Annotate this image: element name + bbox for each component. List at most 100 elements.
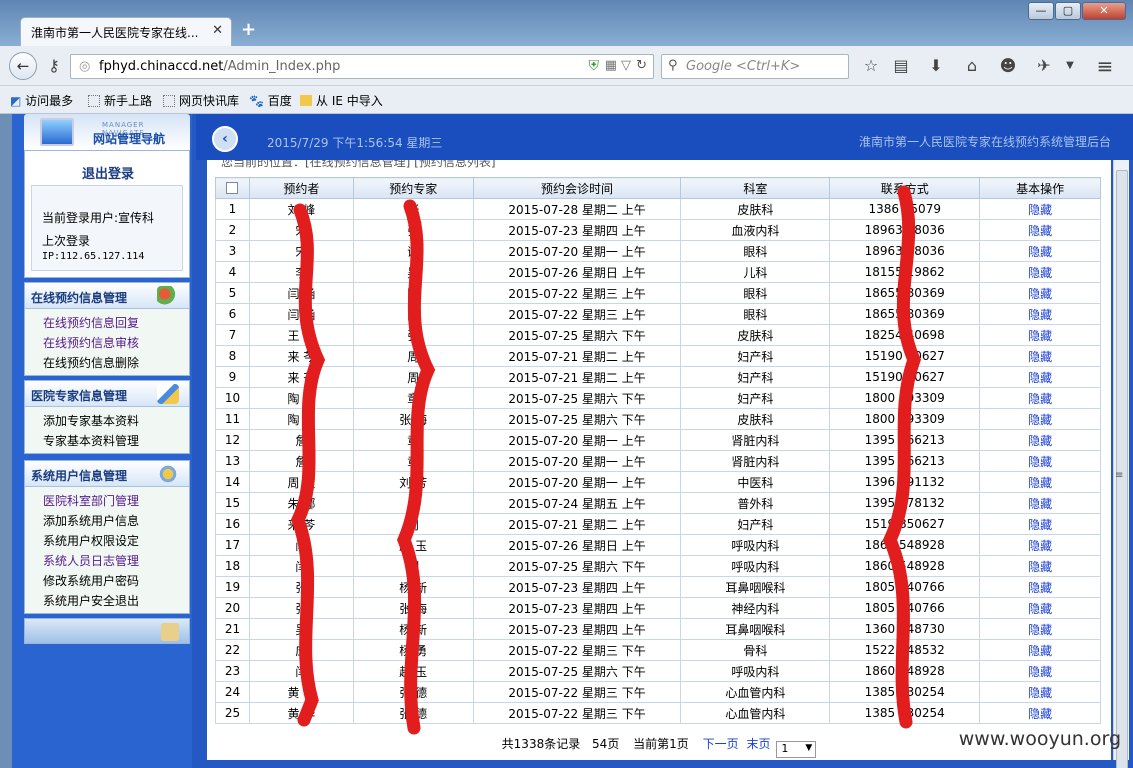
menu-item-add-expert[interactable]: 添加专家基本资料 xyxy=(25,411,189,431)
star-icon[interactable]: ☆ xyxy=(857,53,885,79)
hide-link[interactable]: 隐藏 xyxy=(979,702,1101,724)
table-cell: 呼吸内科 xyxy=(680,534,831,556)
browser-tab[interactable]: 淮南市第一人民医院专家在线... ✕ xyxy=(20,17,232,46)
table-cell: 2015-07-21 星期二 上午 xyxy=(472,513,682,535)
hide-link[interactable]: 隐藏 xyxy=(979,471,1101,493)
table-cell: 2015-07-23 星期四 上午 xyxy=(472,597,682,619)
new-tab-button[interactable]: + xyxy=(241,19,256,40)
tab-close-icon[interactable]: ✕ xyxy=(212,23,223,38)
url-bar[interactable]: ◎ fphyd.chinaccd.net/Admin_Index.php ⛨ ▦… xyxy=(70,54,654,79)
hide-link[interactable]: 隐藏 xyxy=(979,618,1101,640)
hide-link[interactable]: 隐藏 xyxy=(979,681,1101,703)
key-icon[interactable]: ⚷ xyxy=(40,53,68,79)
hide-link[interactable]: 隐藏 xyxy=(979,513,1101,535)
menu-item-safe-exit[interactable]: 系统用户安全退出 xyxy=(25,591,189,611)
hide-link[interactable]: 隐藏 xyxy=(979,429,1101,451)
table-cell: 吴 xyxy=(352,261,474,283)
table-cell: 呼吸内科 xyxy=(680,660,831,682)
hide-link[interactable]: 隐藏 xyxy=(979,282,1101,304)
hide-link[interactable]: 隐藏 xyxy=(979,219,1101,241)
back-button[interactable]: ← xyxy=(9,52,37,80)
menu-item-departments[interactable]: 医院科室部门管理 xyxy=(25,491,189,511)
table-cell: 2015-07-20 星期一 上午 xyxy=(472,429,682,451)
menu-item-permissions[interactable]: 系统用户权限设定 xyxy=(25,531,189,551)
row-number: 18 xyxy=(215,555,250,577)
hide-link[interactable]: 隐藏 xyxy=(979,660,1101,682)
refresh-icon[interactable]: ↻ xyxy=(636,58,647,73)
menu-group-title[interactable]: 医院专家信息管理 xyxy=(25,381,189,407)
table-cell: 2015-07-22 星期三 下午 xyxy=(472,639,682,661)
table-cell: 宋 xyxy=(248,219,354,241)
select-all-checkbox[interactable] xyxy=(226,182,239,194)
row-number: 7 xyxy=(215,324,250,346)
menu-group-title[interactable]: 在线预约信息管理 xyxy=(25,283,189,309)
dropdown-icon[interactable]: ▽ xyxy=(621,58,631,73)
last-page-link[interactable]: 末页 xyxy=(746,737,770,751)
table-cell: 闫 xyxy=(248,660,354,682)
bookmark-web-slice[interactable]: 网页快讯库 xyxy=(163,92,239,109)
table-cell: 2015-07-20 星期一 上午 xyxy=(472,471,682,493)
addon-icon[interactable]: ✈ xyxy=(1030,53,1058,79)
table-cell: 皮肤科 xyxy=(680,198,831,220)
table-row: 2宋 张 2015-07-23 星期四 上午 血液内科 18963 78036 隐藏 xyxy=(215,219,1101,241)
hide-link[interactable]: 隐藏 xyxy=(979,366,1101,388)
reading-list-icon[interactable]: ▤ xyxy=(887,53,915,79)
table-cell: 妇产科 xyxy=(680,366,831,388)
hide-link[interactable]: 隐藏 xyxy=(979,555,1101,577)
table-cell: 闫 xyxy=(248,555,354,577)
hide-link[interactable]: 隐藏 xyxy=(979,408,1101,430)
hide-link[interactable]: 隐藏 xyxy=(979,639,1101,661)
row-number: 19 xyxy=(215,576,250,598)
bookmark-import-ie[interactable]: 从 IE 中导入 xyxy=(300,92,383,109)
table-cell: 周 xyxy=(352,366,474,388)
bookmark-getting-started[interactable]: 新手上路 xyxy=(88,92,152,109)
table-cell: 肾脏内科 xyxy=(680,450,831,472)
hide-link[interactable]: 隐藏 xyxy=(979,345,1101,367)
hide-link[interactable]: 隐藏 xyxy=(979,492,1101,514)
hide-link[interactable]: 隐藏 xyxy=(979,324,1101,346)
collapse-sidebar-button[interactable]: ‹ xyxy=(212,126,238,152)
maximize-button[interactable]: ▢ xyxy=(1055,2,1081,20)
table-row: 17 闫 赵 玉 2015-07-26 星期日 上午 呼吸内科 1860 548928 隐… xyxy=(215,534,1101,556)
bookmark-baidu[interactable]: 🐾 百度 xyxy=(249,92,292,109)
next-page-link[interactable]: 下一页 xyxy=(703,737,739,751)
hide-link[interactable]: 隐藏 xyxy=(979,303,1101,325)
row-number: 13 xyxy=(215,450,250,472)
addon-dropdown-icon[interactable]: ▼ xyxy=(1056,53,1084,79)
menu-icon[interactable]: ≡ xyxy=(1091,53,1119,79)
table-cell: 皮肤科 xyxy=(680,324,831,346)
menu-item-logs[interactable]: 系统人员日志管理 xyxy=(25,551,189,571)
table-cell: 刘 xyxy=(352,555,474,577)
menu-group-title[interactable]: 系统用户信息管理 xyxy=(25,461,189,487)
logout-link[interactable]: 退出登录 xyxy=(25,163,191,182)
qr-icon[interactable]: ▦ xyxy=(605,58,617,73)
menu-item-appointment-review[interactable]: 在线预约信息审核 xyxy=(25,333,189,353)
shield-icon[interactable]: ⛨ xyxy=(589,58,600,74)
menu-item-appointment-reply[interactable]: 在线预约信息回复 xyxy=(25,313,189,333)
hide-link[interactable]: 隐藏 xyxy=(979,387,1101,409)
hide-link[interactable]: 隐藏 xyxy=(979,261,1101,283)
menu-item-change-password[interactable]: 修改系统用户密码 xyxy=(25,571,189,591)
select-all-header[interactable] xyxy=(215,177,250,199)
minimize-button[interactable]: — xyxy=(1028,2,1054,20)
hide-link[interactable]: 隐藏 xyxy=(979,198,1101,220)
hide-link[interactable]: 隐藏 xyxy=(979,597,1101,619)
page-select[interactable]: 1 ▼ xyxy=(776,741,817,758)
hide-link[interactable]: 隐藏 xyxy=(979,534,1101,556)
hide-link[interactable]: 隐藏 xyxy=(979,576,1101,598)
hide-link[interactable]: 隐藏 xyxy=(979,450,1101,472)
page-scrollbar[interactable] xyxy=(1113,160,1129,768)
close-window-button[interactable]: ✕ xyxy=(1082,2,1126,20)
download-icon[interactable]: ⬇ xyxy=(922,53,950,79)
table-cell: 张 xyxy=(352,219,474,241)
hide-link[interactable]: 隐藏 xyxy=(979,240,1101,262)
menu-item-add-user[interactable]: 添加系统用户信息 xyxy=(25,511,189,531)
table-cell: 2015-07-21 星期二 上午 xyxy=(472,345,682,367)
menu-item-appointment-delete[interactable]: 在线预约信息删除 xyxy=(25,353,189,373)
chat-icon[interactable]: ☻ xyxy=(994,53,1022,79)
scrollbar-thumb[interactable] xyxy=(1116,170,1128,768)
search-input[interactable]: ⚲ Google <Ctrl+K> xyxy=(661,54,849,79)
bookmark-most-visited[interactable]: ◩ 访问最多 xyxy=(10,92,73,109)
home-icon[interactable]: ⌂ xyxy=(958,53,986,79)
menu-item-manage-experts[interactable]: 专家基本资料管理 xyxy=(25,431,189,451)
